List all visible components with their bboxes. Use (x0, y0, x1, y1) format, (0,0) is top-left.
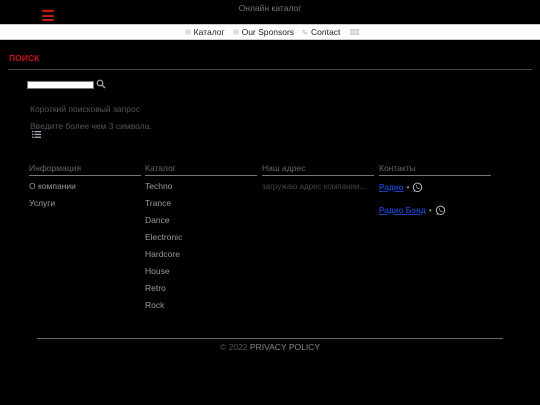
contact-link-radio[interactable]: Радио (379, 183, 404, 192)
address-text: загружаю адрес компании... (262, 182, 367, 191)
footer-column-address: Наш адрес загружаю адрес компании... (262, 163, 374, 195)
nav-item-label: Каталог (193, 27, 225, 37)
whatsapp-icon[interactable] (435, 205, 446, 216)
whatsapp-icon[interactable] (412, 182, 423, 193)
contact-item: Радио • (379, 182, 491, 193)
contact-item: Радио Бэнд • (379, 205, 491, 216)
catalog-link-trance[interactable]: Trance (145, 195, 257, 212)
search-heading: ПОИСК (9, 53, 40, 63)
catalog-link-retro[interactable]: Retro (145, 280, 257, 297)
search-icon[interactable] (96, 79, 106, 89)
list-icon[interactable] (32, 131, 41, 138)
search-input[interactable] (27, 81, 94, 89)
footer-copyright: © 2022 PRIVACY POLICY (0, 342, 540, 352)
nav-item-label: Our Sponsors (241, 27, 295, 37)
contact-separator: • (406, 183, 410, 192)
footer-divider (37, 338, 503, 339)
column-title: Контакты (379, 163, 491, 176)
nav-item-label: Contact (311, 27, 341, 37)
catalog-link-house[interactable]: House (145, 263, 257, 280)
nav-item-catalog[interactable]: Каталог (184, 27, 225, 37)
site-title: Онлайн каталог (238, 3, 302, 13)
phone-icon (302, 29, 308, 35)
top-bar: Онлайн каталог (0, 0, 540, 24)
catalog-link-rock[interactable]: Rock (145, 297, 257, 314)
dot-icon (184, 29, 191, 35)
catalog-link-hardcore[interactable]: Hardcore (145, 246, 257, 263)
search-hint-short: Короткий поисковый запрос (30, 104, 140, 114)
catalog-link-dance[interactable]: Dance (145, 212, 257, 229)
column-title: Информация (29, 163, 141, 176)
mail-icon[interactable] (350, 29, 360, 35)
search-hint-min-chars: Введите более чем 3 символа. (30, 121, 152, 131)
nav-item-sponsors[interactable]: Our Sponsors (232, 27, 295, 37)
contact-link-radio-band[interactable]: Радио Бэнд (379, 206, 426, 215)
column-title: Каталог (145, 163, 257, 176)
footer-column-catalog: Каталог Techno Trance Dance Electronic H… (145, 163, 257, 314)
contact-separator: • (428, 206, 432, 215)
privacy-policy-link[interactable]: PRIVACY POLICY (250, 342, 320, 352)
catalog-link-electronic[interactable]: Electronic (145, 229, 257, 246)
footer-column-info: Информация О компании Услуги (29, 163, 141, 212)
nav-bar: Каталог Our Sponsors Contact (0, 24, 540, 40)
footer-column-contacts: Контакты Радио • Радио Бэнд • (379, 163, 491, 216)
copyright-text: © 2022 (220, 342, 248, 352)
nav-item-contact[interactable]: Contact (302, 27, 340, 37)
footer-link-services[interactable]: Услуги (29, 195, 141, 212)
heading-divider (8, 69, 532, 70)
circle-icon (232, 29, 239, 35)
column-title: Наш адрес (262, 163, 374, 176)
footer-link-about[interactable]: О компании (29, 178, 141, 195)
catalog-link-techno[interactable]: Techno (145, 178, 257, 195)
